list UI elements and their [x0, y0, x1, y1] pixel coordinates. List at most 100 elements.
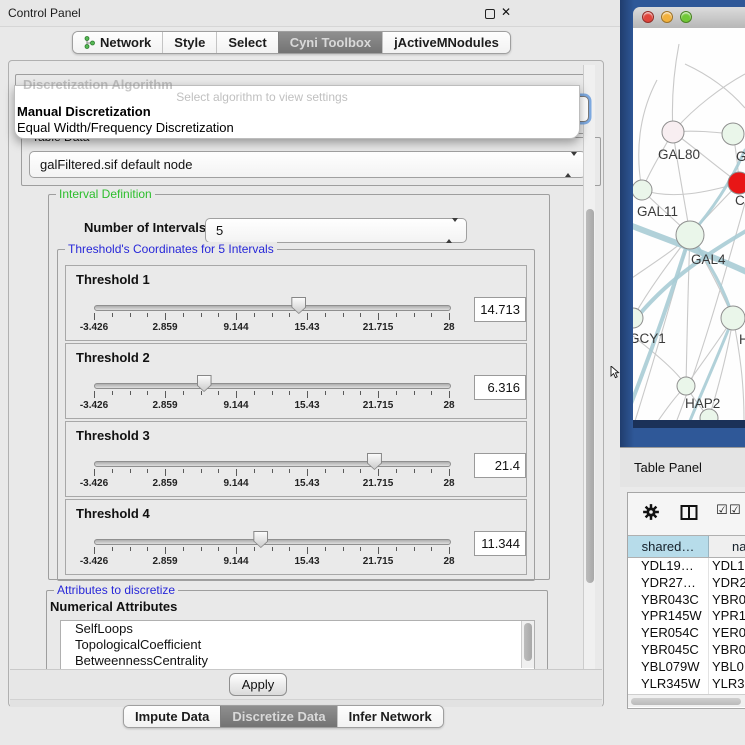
cell-name: YPR1 — [712, 608, 745, 625]
node-label: GCY1 — [633, 331, 666, 346]
attribute-item-topologicalcoefficient[interactable]: TopologicalCoefficient — [61, 637, 534, 653]
threshold-slider-track[interactable] — [94, 539, 451, 545]
gear-icon[interactable] — [642, 503, 660, 526]
network-node-hap2[interactable] — [677, 377, 695, 395]
column-header-shared-name[interactable]: shared… — [628, 536, 709, 557]
number-of-intervals-combobox[interactable]: 5 — [205, 218, 467, 243]
cell-shared-name: YDR27… — [641, 575, 696, 592]
table-data-combobox[interactable]: galFiltered.sif default node — [29, 151, 586, 178]
network-edge[interactable] — [672, 44, 679, 132]
table-row[interactable]: YDR27…YDR2 — [628, 575, 745, 592]
algorithm-dropdown-popup: Discretization Algorithm Select algorith… — [14, 85, 580, 139]
table-row[interactable]: YBR043CYBR0 — [628, 592, 745, 609]
network-edge[interactable] — [639, 80, 657, 190]
bottom-tab-impute-data[interactable]: Impute Data — [124, 706, 220, 727]
scale-label: 21.715 — [363, 556, 394, 567]
cell-shared-name: YER054C — [641, 625, 699, 642]
threshold-value-field[interactable]: 11.344 — [474, 531, 526, 556]
tab-cyni-toolbox[interactable]: Cyni Toolbox — [278, 32, 382, 53]
node-label: GAL11 — [637, 204, 678, 219]
table-row[interactable]: YER054CYER0 — [628, 625, 745, 642]
checkbox-icon[interactable]: ☑ — [729, 503, 741, 518]
network-view-window[interactable]: GAL80GACGAL11GAL4GCY1HHAP2 — [633, 7, 745, 420]
threshold-slider-thumb[interactable] — [291, 297, 306, 314]
close-traffic-light[interactable] — [642, 11, 654, 23]
cell-shared-name: YBR045C — [641, 642, 699, 659]
tab-label: Network — [100, 32, 151, 53]
node-label: HAP2 — [685, 396, 720, 411]
network-node-c[interactable] — [728, 172, 745, 194]
network-edge[interactable] — [686, 235, 690, 386]
bottom-tab-discretize-data[interactable]: Discretize Data — [220, 706, 336, 727]
threshold-slider-thumb[interactable] — [197, 375, 212, 392]
checkbox-icon[interactable]: ☑ — [716, 503, 728, 518]
table-row[interactable]: YPR145W YPR1 — [628, 608, 745, 625]
scale-label: 28 — [443, 556, 454, 567]
network-node-gal80[interactable] — [662, 121, 684, 143]
close-icon[interactable]: ✕ — [501, 5, 511, 19]
table-horizontal-scrollbar[interactable] — [628, 694, 745, 707]
threshold-slider-track[interactable] — [94, 461, 451, 467]
threshold-slider-thumb[interactable] — [367, 453, 382, 470]
main-vertical-scrollbar[interactable] — [583, 65, 595, 669]
minimize-traffic-light[interactable] — [661, 11, 673, 23]
network-node-h[interactable] — [721, 306, 745, 330]
table-row[interactable]: YDL19…YDL1 — [628, 558, 745, 575]
threshold-value-field[interactable]: 14.713 — [474, 297, 526, 322]
bottom-tab-infer-network[interactable]: Infer Network — [337, 706, 443, 727]
table-data-selected: galFiltered.sif default node — [40, 152, 192, 177]
list-scrollbar[interactable] — [521, 621, 534, 668]
tab-network[interactable]: Network — [73, 32, 162, 53]
panel-title: Control Panel — [8, 0, 81, 26]
float-window-icon[interactable] — [485, 9, 495, 19]
apply-strip: Apply — [10, 669, 602, 706]
tab-select[interactable]: Select — [216, 32, 277, 53]
cell-shared-name: YLR345W — [641, 676, 700, 693]
table-row[interactable]: YLR345WYLR3 — [628, 676, 745, 693]
attribute-item-betweennesscentrality[interactable]: BetweennessCentrality — [61, 653, 534, 669]
numerical-attributes-list[interactable]: SelfLoopsTopologicalCoefficientBetweenne… — [60, 620, 535, 671]
tab-jactivemnodules[interactable]: jActiveMNodules — [382, 32, 510, 53]
interval-definition-group: Interval Definition Number of Intervals … — [48, 194, 550, 580]
scale-label: 21.715 — [363, 322, 394, 333]
network-node-ga[interactable] — [722, 123, 744, 145]
scale-label: 2.859 — [152, 400, 177, 411]
scale-label: 15.43 — [294, 400, 319, 411]
threshold-slider-track[interactable] — [94, 383, 451, 389]
number-of-intervals-label: Number of Intervals — [84, 220, 206, 235]
threshold-value-field[interactable]: 6.316 — [474, 375, 526, 400]
algorithm-option-manual-discretization[interactable]: Manual Discretization — [17, 104, 151, 119]
scale-label: 21.715 — [363, 400, 394, 411]
network-node-gal11[interactable] — [633, 180, 652, 200]
cell-shared-name: YPR145W — [641, 608, 702, 625]
tab-label: Infer Network — [349, 706, 432, 727]
attribute-item-selfloops[interactable]: SelfLoops — [61, 621, 534, 637]
threshold-4-panel: Threshold 4-3.4262.8599.14415.4321.71528… — [65, 499, 527, 575]
table-row[interactable]: YBR045C YBR0 — [628, 642, 745, 659]
scale-label: 28 — [443, 400, 454, 411]
table-panel-title: Table Panel — [634, 448, 702, 488]
cell-name: YBR0 — [712, 642, 745, 659]
apply-button[interactable]: Apply — [229, 673, 287, 696]
threshold-value-field[interactable]: 21.4 — [474, 453, 526, 478]
algorithm-hint: Select algorithm to view settings — [55, 90, 469, 104]
application-window: Control Panel ✕ Network StyleSelectCyni T… — [0, 0, 745, 745]
scale-label: 28 — [443, 478, 454, 489]
threshold-slider-track[interactable] — [94, 305, 451, 311]
scale-label: -3.426 — [80, 556, 108, 567]
split-columns-icon[interactable] — [680, 505, 698, 525]
network-canvas[interactable]: GAL80GACGAL11GAL4GCY1HHAP2 — [633, 28, 745, 420]
node-table: ☑ ☑ shared… na YDL19…YDL1YDR27…YDR2YBR04… — [627, 492, 745, 709]
table-row[interactable]: YBL079WYBL0 — [628, 659, 745, 676]
network-node-gal4[interactable] — [676, 221, 704, 249]
scale-label: 2.859 — [152, 478, 177, 489]
network-edge[interactable] — [685, 64, 745, 108]
algorithm-option-equal-width-frequency-discretization[interactable]: Equal Width/Frequency Discretization — [17, 120, 234, 135]
numerical-attributes-label: Numerical Attributes — [50, 599, 177, 614]
tab-style[interactable]: Style — [162, 32, 216, 53]
column-header-name[interactable]: na — [732, 536, 745, 557]
zoom-traffic-light[interactable] — [680, 11, 692, 23]
threshold-label: Threshold 4 — [76, 506, 150, 521]
network-window-titlebar — [633, 7, 745, 29]
threshold-slider-thumb[interactable] — [253, 531, 268, 548]
